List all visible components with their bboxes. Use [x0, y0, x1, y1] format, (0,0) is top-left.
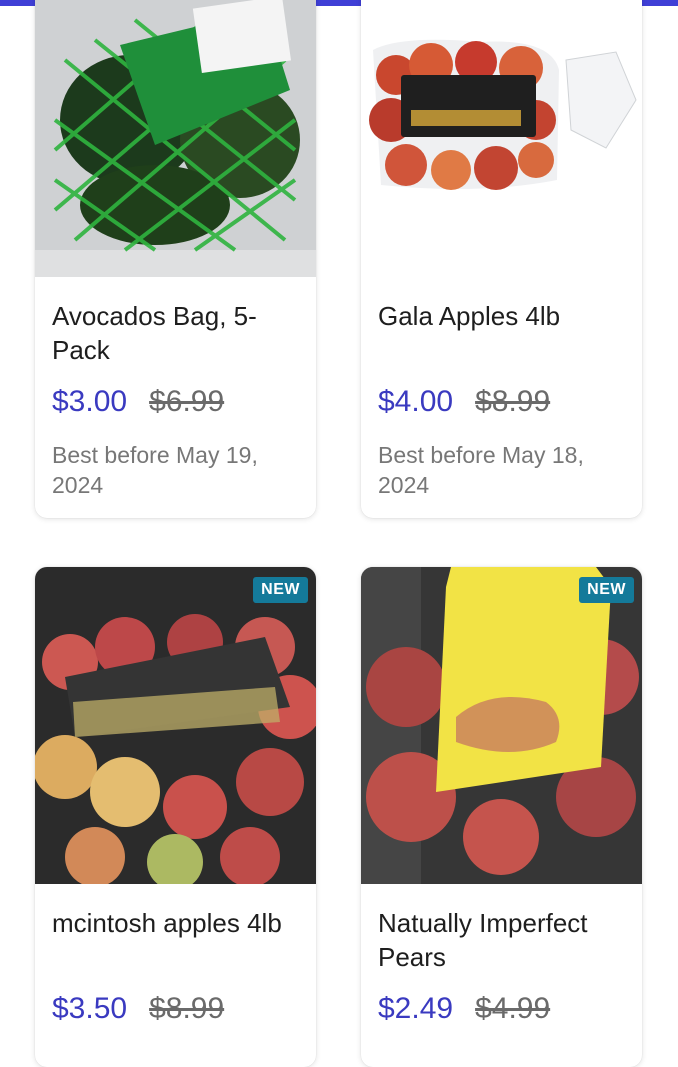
original-price: $4.99	[475, 992, 551, 1025]
mcintosh-apples-image	[35, 567, 316, 884]
price-row: $4.00 $8.99	[378, 384, 550, 420]
new-badge: NEW	[579, 577, 634, 603]
gala-apples-image	[361, 0, 642, 277]
best-before-date: Best before May 19, 2024	[52, 442, 258, 498]
price-row: $2.49 $4.99	[378, 991, 550, 1027]
product-title[interactable]: Avocados Bag, 5-Pack	[52, 299, 302, 367]
best-before-date: Best before May 18, 2024	[378, 442, 584, 498]
product-card-avocados[interactable]: Avocados Bag, 5-Pack $3.00 $6.99 Best bef…	[35, 0, 316, 518]
product-title[interactable]: Gala Apples 4lb	[378, 299, 628, 333]
new-badge: NEW	[253, 577, 308, 603]
product-card-mcintosh-apples[interactable]: NEW mcintosh apples 4lb $3.50 $8.99	[35, 567, 316, 1067]
sale-price: $2.49	[378, 992, 454, 1025]
sale-price: $3.50	[52, 992, 128, 1025]
original-price: $8.99	[475, 385, 551, 418]
original-price: $8.99	[149, 992, 225, 1025]
price-row: $3.00 $6.99	[52, 384, 224, 420]
price-row: $3.50 $8.99	[52, 991, 224, 1027]
sale-price: $3.00	[52, 385, 128, 418]
product-title[interactable]: Natually Imperfect Pears	[378, 906, 628, 974]
product-card-pears[interactable]: NEW Natually Imperfect Pears $2.49 $4.99	[361, 567, 642, 1067]
product-card-gala-apples[interactable]: Gala Apples 4lb $4.00 $8.99 Best before M…	[361, 0, 642, 518]
original-price: $6.99	[149, 385, 225, 418]
pears-bag-image	[361, 567, 642, 884]
avocado-bag-image	[35, 0, 316, 277]
product-title[interactable]: mcintosh apples 4lb	[52, 906, 302, 940]
sale-price: $4.00	[378, 385, 454, 418]
